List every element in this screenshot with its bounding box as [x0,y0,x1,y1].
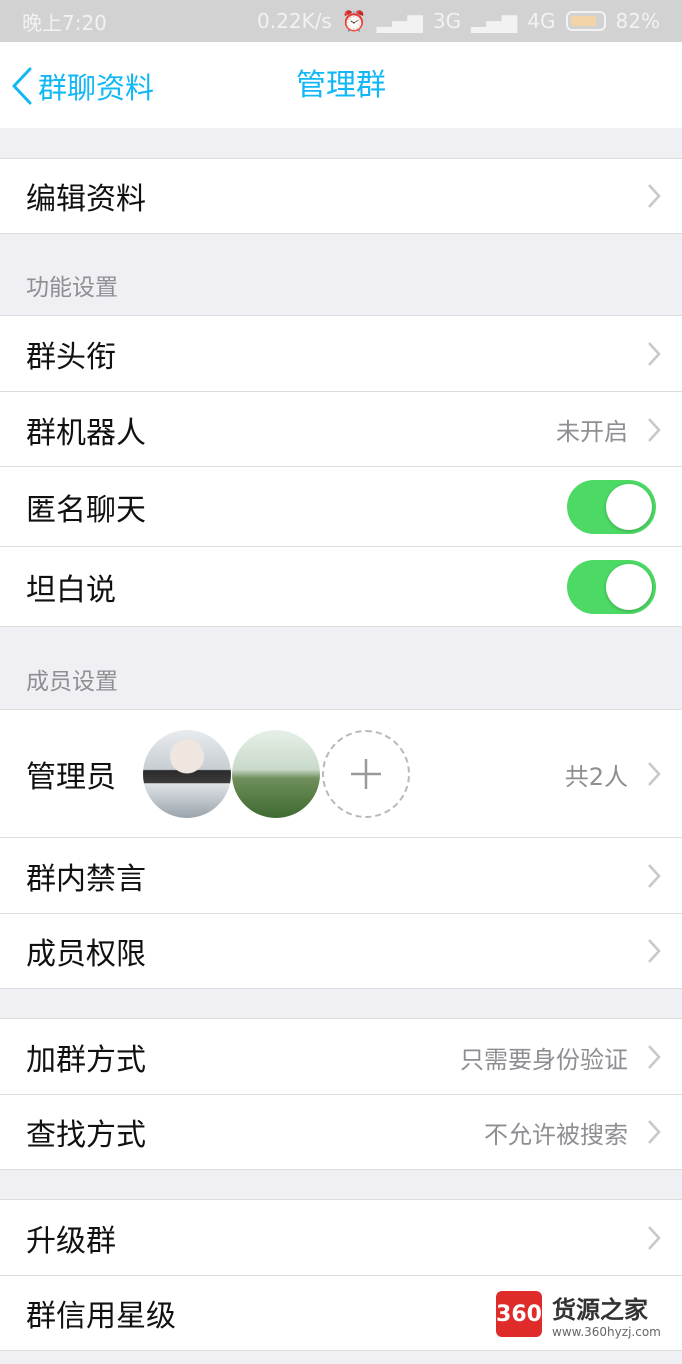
network-speed: 0.22K/s [257,9,332,33]
search-method-label: 查找方式 [26,1118,146,1153]
chevron-right-icon [648,417,661,442]
join-method-row[interactable]: 加群方式 只需要身份验证 [0,1018,682,1095]
mute-label: 群内禁言 [26,862,146,897]
watermark-url: www.360hyzj.com [552,1324,661,1339]
admins-count: 共2人 [564,762,628,791]
watermark-logo: 360 货源之家 www.360hyzj.com [496,1283,682,1345]
member-permissions-label: 成员权限 [26,937,146,972]
admins-row[interactable]: 管理员 共2人 [0,709,682,838]
battery-icon [565,11,606,31]
avatar[interactable] [232,730,320,818]
mute-row[interactable]: 群内禁言 [0,837,682,914]
signal-icon: ▂▄▆ [376,9,423,33]
toggle-knob [606,484,652,530]
battery-level: 82% [615,9,660,33]
nav-bar: 群聊资料 管理群 [0,42,682,128]
chevron-right-icon [648,1226,661,1250]
chevron-right-icon [648,762,661,786]
function-settings-header: 功能设置 [26,275,118,301]
join-method-value: 只需要身份验证 [460,1045,628,1074]
watermark-name: 货源之家 [552,1295,648,1324]
search-method-value: 不允许被搜索 [484,1120,628,1149]
member-permissions-row[interactable]: 成员权限 [0,913,682,989]
group-title-row[interactable]: 群头衔 [0,315,682,392]
add-admin-button[interactable] [322,730,410,818]
page-title: 管理群 [296,68,386,103]
chevron-right-icon [648,939,661,963]
anonymous-chat-label: 匿名聊天 [26,493,146,528]
upgrade-group-label: 升级群 [26,1224,116,1259]
avatar[interactable] [143,730,231,818]
alarm-icon: ⏰ [341,9,367,33]
honest-talk-label: 坦白说 [26,572,116,608]
chevron-right-icon [648,342,661,366]
anonymous-chat-toggle[interactable] [567,480,656,534]
honest-talk-toggle[interactable] [567,559,656,614]
group-robot-status: 未开启 [556,418,628,446]
signal-icon-2: ▂▄▆ [471,9,518,33]
admins-label: 管理员 [26,760,116,795]
group-title-label: 群头衔 [26,340,116,375]
status-bar: 晚上7:20 0.22K/s ⏰ ▂▄▆ 3G ▂▄▆ 4G 82% [0,0,682,42]
toggle-knob [606,563,652,610]
chevron-right-icon [648,1045,661,1069]
join-method-label: 加群方式 [26,1043,146,1078]
edit-profile-row[interactable]: 编辑资料 [0,158,682,234]
honest-talk-row: 坦白说 [0,546,682,627]
credit-stars-label: 群信用星级 [26,1299,176,1334]
edit-profile-label: 编辑资料 [26,182,146,217]
plus-icon [351,759,381,789]
watermark-text: 货源之家 www.360hyzj.com [552,1290,661,1339]
watermark-badge: 360 [496,1291,542,1337]
chevron-right-icon [648,184,661,208]
network-3g: 3G [432,9,462,33]
group-robot-label: 群机器人 [26,415,146,451]
chevron-right-icon [648,1120,661,1144]
anonymous-chat-row: 匿名聊天 [0,466,682,547]
group-robot-row[interactable]: 群机器人 未开启 [0,391,682,467]
search-method-row[interactable]: 查找方式 不允许被搜索 [0,1094,682,1170]
status-indicators: 0.22K/s ⏰ ▂▄▆ 3G ▂▄▆ 4G 82% [257,9,660,33]
upgrade-group-row[interactable]: 升级群 [0,1199,682,1276]
member-settings-header: 成员设置 [26,669,118,695]
chevron-right-icon [648,864,661,888]
network-4g: 4G [527,9,556,33]
status-time: 晚上7:20 [22,10,107,35]
